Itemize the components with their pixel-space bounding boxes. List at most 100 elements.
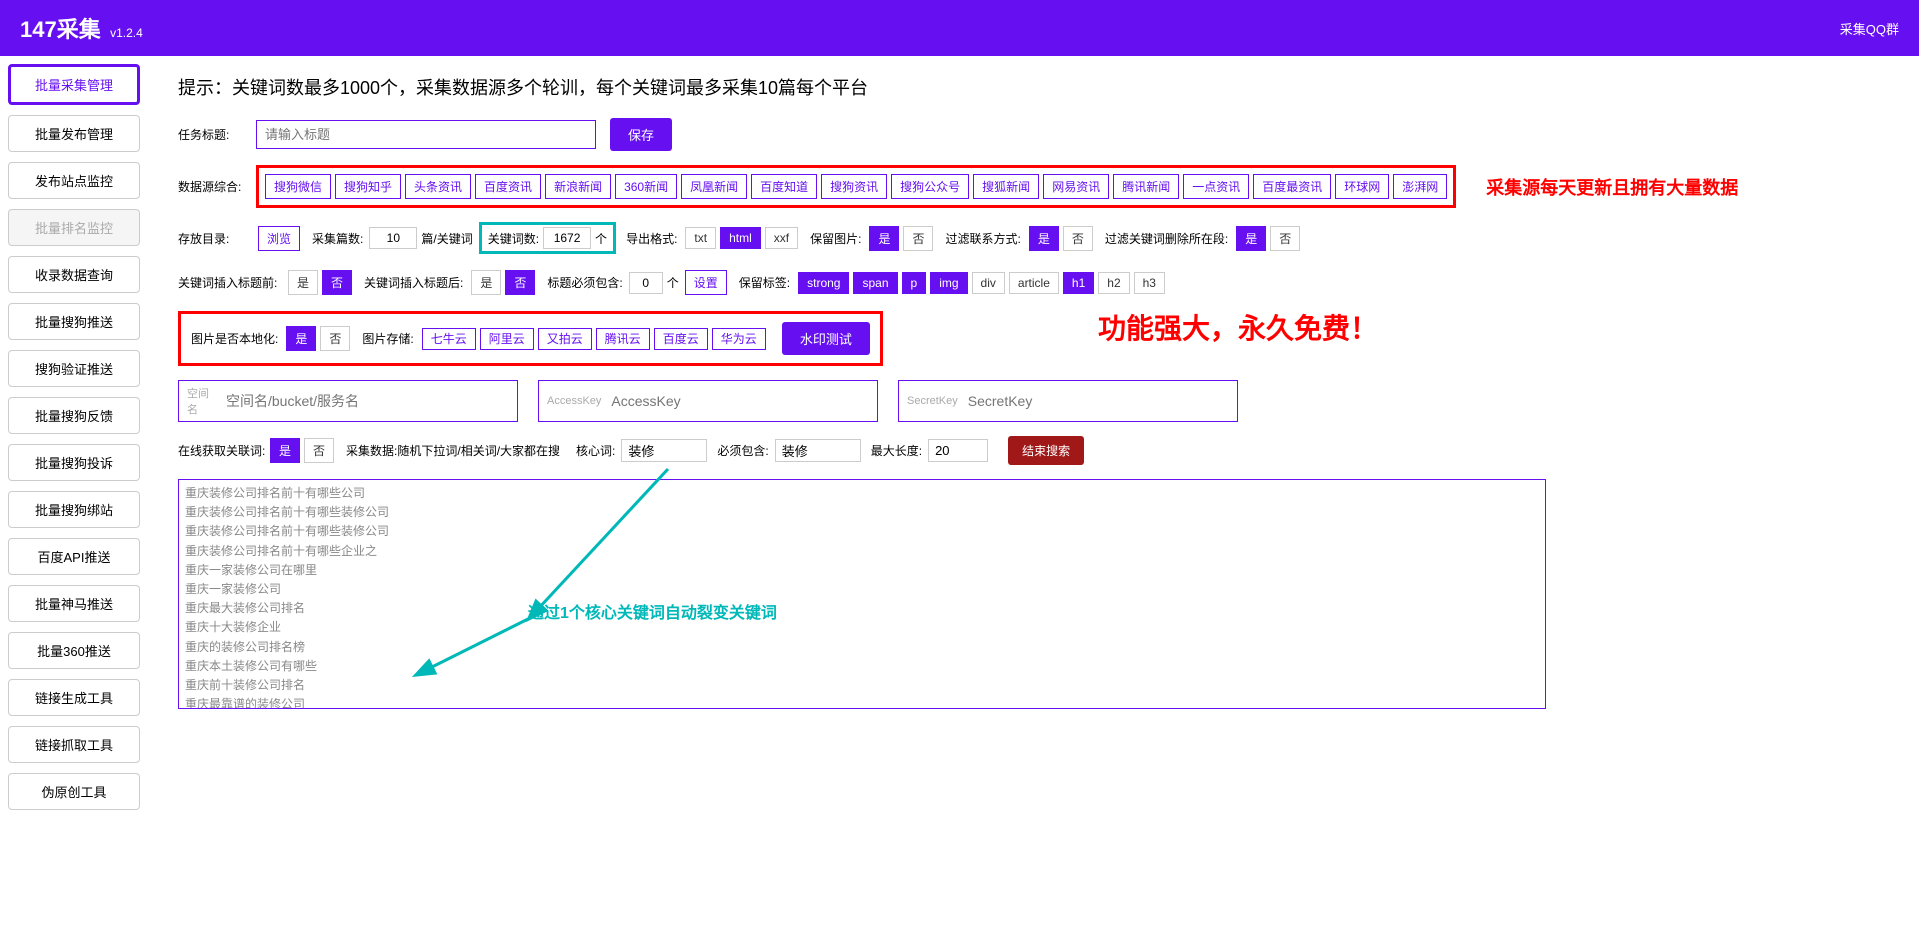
export-format-xxf[interactable]: xxf <box>765 227 798 249</box>
kw-after-yes[interactable]: 是 <box>471 270 501 295</box>
sidebar-item-12[interactable]: 批量360推送 <box>8 632 140 669</box>
collect-data-label: 采集数据:随机下拉词/相关词/大家都在搜 <box>346 442 560 459</box>
keep-tag-img[interactable]: img <box>930 272 967 294</box>
img-store-4[interactable]: 百度云 <box>654 328 708 350</box>
annotation-split: 通过1个核心关键词自动裂变关键词 <box>528 599 777 623</box>
collect-count-input[interactable] <box>369 227 417 249</box>
keyword-count-input[interactable] <box>543 227 591 249</box>
sidebar-item-6[interactable]: 搜狗验证推送 <box>8 350 140 387</box>
accesskey-input-wrap[interactable]: AccessKey <box>538 380 878 422</box>
title-contain-count[interactable] <box>629 272 663 294</box>
accesskey-input[interactable] <box>611 393 869 409</box>
app-version: v1.2.4 <box>110 26 143 40</box>
kw-after-no[interactable]: 否 <box>505 270 535 295</box>
title-contain-unit: 个 <box>667 274 679 291</box>
img-local-group: 图片是否本地化: 是 否 图片存储: 七牛云阿里云又拍云腾讯云百度云华为云 水印… <box>178 311 883 366</box>
export-format-txt[interactable]: txt <box>685 227 716 249</box>
source-tag-10[interactable]: 搜狐新闻 <box>973 174 1039 199</box>
sidebar-item-1[interactable]: 批量发布管理 <box>8 115 140 152</box>
keyword-result-textarea[interactable] <box>178 479 1546 709</box>
img-store-5[interactable]: 华为云 <box>712 328 766 350</box>
sidebar-item-11[interactable]: 批量神马推送 <box>8 585 140 622</box>
img-local-no[interactable]: 否 <box>320 326 350 351</box>
source-tag-16[interactable]: 澎湃网 <box>1393 174 1447 199</box>
source-tag-4[interactable]: 新浪新闻 <box>545 174 611 199</box>
img-store-0[interactable]: 七牛云 <box>422 328 476 350</box>
title-must-contain-label: 标题必须包含: <box>547 274 622 291</box>
core-kw-input[interactable] <box>621 439 707 462</box>
watermark-test-button[interactable]: 水印测试 <box>782 322 870 355</box>
sidebar-item-15[interactable]: 伪原创工具 <box>8 773 140 810</box>
sidebar-item-13[interactable]: 链接生成工具 <box>8 679 140 716</box>
collect-count-unit: 篇/关键词 <box>421 230 472 247</box>
source-tag-5[interactable]: 360新闻 <box>615 174 677 199</box>
source-tag-7[interactable]: 百度知道 <box>751 174 817 199</box>
keep-tag-article[interactable]: article <box>1009 272 1059 294</box>
keep-img-label: 保留图片: <box>810 230 861 247</box>
kw-before-yes[interactable]: 是 <box>288 270 318 295</box>
must-contain-input[interactable] <box>775 439 861 462</box>
source-tag-14[interactable]: 百度最资讯 <box>1253 174 1331 199</box>
keep-img-yes[interactable]: 是 <box>869 226 899 251</box>
save-button[interactable]: 保存 <box>610 118 672 151</box>
img-store-2[interactable]: 又拍云 <box>538 328 592 350</box>
sidebar-item-10[interactable]: 百度API推送 <box>8 538 140 575</box>
qq-group-link[interactable]: 采集QQ群 <box>1840 19 1899 38</box>
keep-tag-div[interactable]: div <box>972 272 1005 294</box>
secretkey-input[interactable] <box>968 393 1229 409</box>
sidebar-item-0[interactable]: 批量采集管理 <box>8 64 140 105</box>
keep-tag-strong[interactable]: strong <box>798 272 849 294</box>
keep-tag-h2[interactable]: h2 <box>1098 272 1129 294</box>
filter-kw-para-yes[interactable]: 是 <box>1236 226 1266 251</box>
source-tag-3[interactable]: 百度资讯 <box>475 174 541 199</box>
sidebar-item-9[interactable]: 批量搜狗绑站 <box>8 491 140 528</box>
keep-img-no[interactable]: 否 <box>903 226 933 251</box>
collect-count-label: 采集篇数: <box>312 230 363 247</box>
keep-tag-h1[interactable]: h1 <box>1063 272 1094 294</box>
source-tag-12[interactable]: 腾讯新闻 <box>1113 174 1179 199</box>
space-input-wrap[interactable]: 空间名 <box>178 380 518 422</box>
filter-contact-yes[interactable]: 是 <box>1029 226 1059 251</box>
online-kw-yes[interactable]: 是 <box>270 438 300 463</box>
sidebar: 批量采集管理批量发布管理发布站点监控批量排名监控收录数据查询批量搜狗推送搜狗验证… <box>0 56 148 828</box>
task-title-input[interactable] <box>256 120 596 149</box>
keep-tag-p[interactable]: p <box>902 272 927 294</box>
source-tag-0[interactable]: 搜狗微信 <box>265 174 331 199</box>
sidebar-item-7[interactable]: 批量搜狗反馈 <box>8 397 140 434</box>
source-tag-9[interactable]: 搜狗公众号 <box>891 174 969 199</box>
sidebar-item-2[interactable]: 发布站点监控 <box>8 162 140 199</box>
end-search-button[interactable]: 结束搜索 <box>1008 436 1084 465</box>
source-tag-11[interactable]: 网易资讯 <box>1043 174 1109 199</box>
img-store-3[interactable]: 腾讯云 <box>596 328 650 350</box>
brand-wrap: 147采集 v1.2.4 <box>20 12 143 44</box>
sidebar-item-5[interactable]: 批量搜狗推送 <box>8 303 140 340</box>
keep-tag-span[interactable]: span <box>853 272 897 294</box>
space-input[interactable] <box>226 393 509 409</box>
keep-tags-label: 保留标签: <box>739 274 790 291</box>
source-tag-1[interactable]: 搜狗知乎 <box>335 174 401 199</box>
sidebar-item-4[interactable]: 收录数据查询 <box>8 256 140 293</box>
online-kw-no[interactable]: 否 <box>304 438 334 463</box>
source-tag-2[interactable]: 头条资讯 <box>405 174 471 199</box>
secretkey-input-wrap[interactable]: SecretKey <box>898 380 1238 422</box>
img-local-yes[interactable]: 是 <box>286 326 316 351</box>
filter-kw-para-no[interactable]: 否 <box>1270 226 1300 251</box>
keep-tag-h3[interactable]: h3 <box>1134 272 1165 294</box>
browse-button[interactable]: 浏览 <box>258 226 300 251</box>
space-prefix: 空间名 <box>187 385 216 417</box>
settings-button[interactable]: 设置 <box>685 270 727 295</box>
source-tag-15[interactable]: 环球网 <box>1335 174 1389 199</box>
export-format-html[interactable]: html <box>720 227 761 249</box>
max-len-input[interactable] <box>928 439 988 462</box>
source-tag-8[interactable]: 搜狗资讯 <box>821 174 887 199</box>
filter-contact-no[interactable]: 否 <box>1063 226 1093 251</box>
img-store-1[interactable]: 阿里云 <box>480 328 534 350</box>
kw-before-no[interactable]: 否 <box>322 270 352 295</box>
annotation-source: 采集源每天更新且拥有大量数据 <box>1486 174 1738 200</box>
source-tag-13[interactable]: 一点资讯 <box>1183 174 1249 199</box>
sidebar-item-14[interactable]: 链接抓取工具 <box>8 726 140 763</box>
sidebar-item-8[interactable]: 批量搜狗投诉 <box>8 444 140 481</box>
task-title-label: 任务标题: <box>178 126 252 143</box>
online-kw-label: 在线获取关联词: <box>178 442 268 459</box>
source-tag-6[interactable]: 凤凰新闻 <box>681 174 747 199</box>
